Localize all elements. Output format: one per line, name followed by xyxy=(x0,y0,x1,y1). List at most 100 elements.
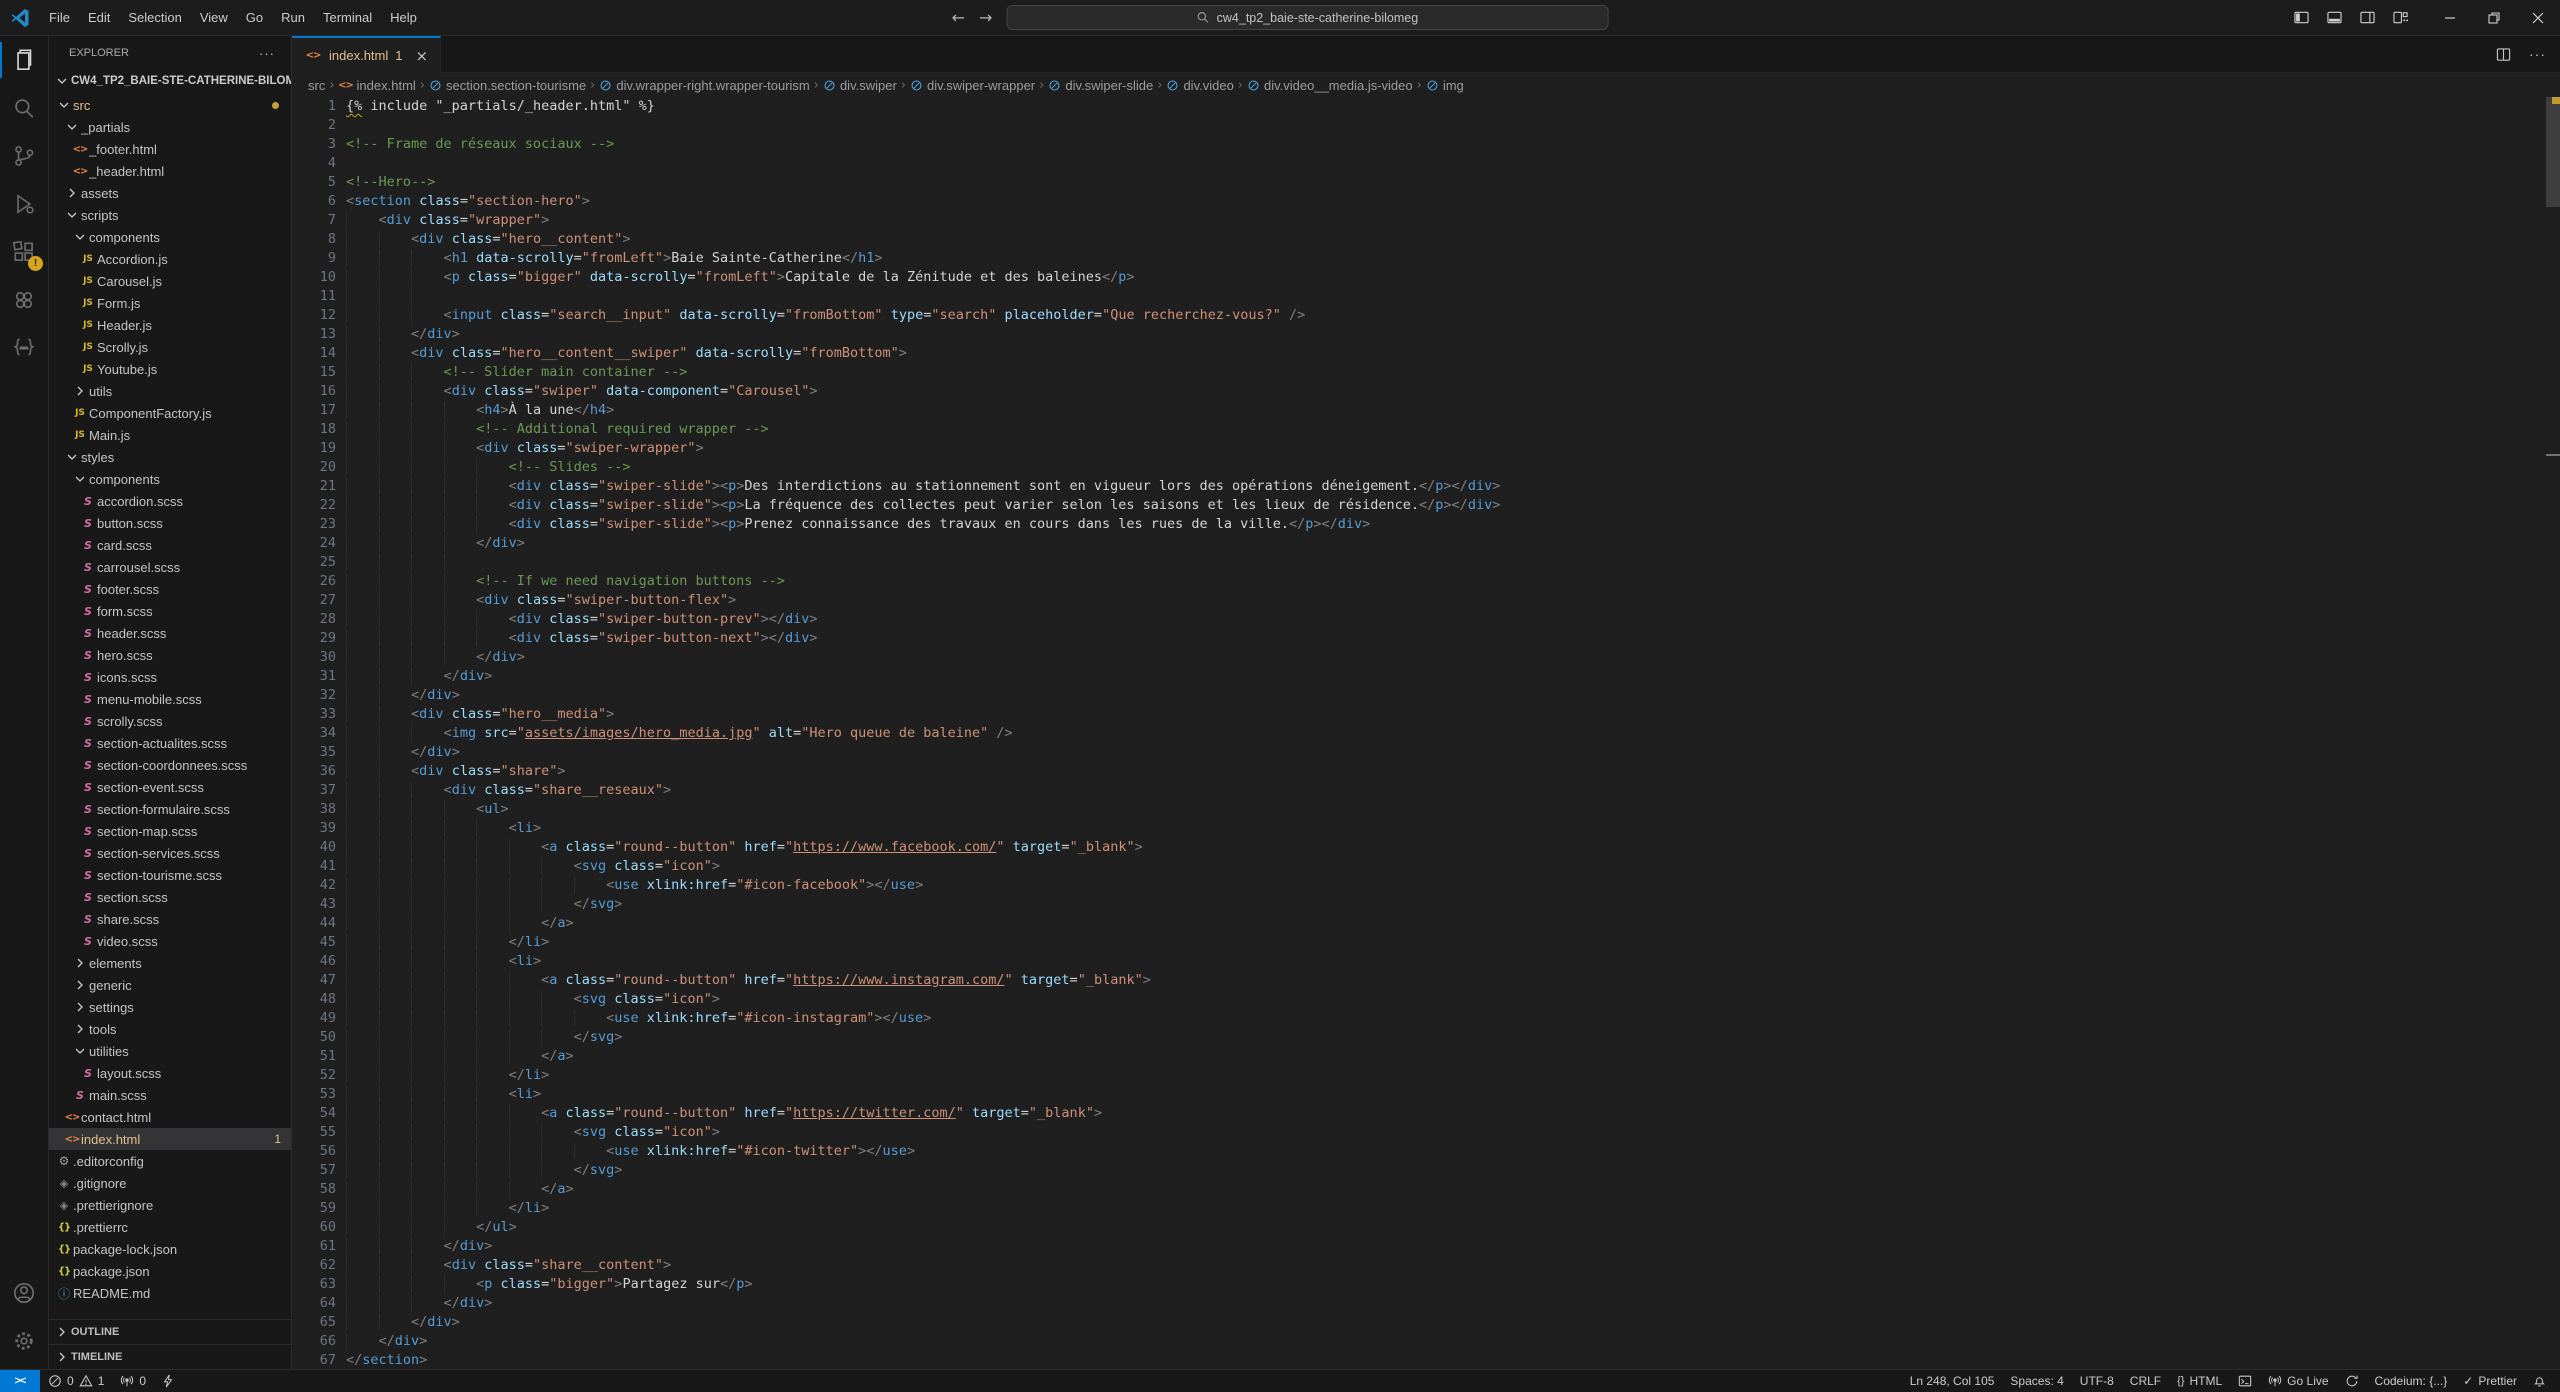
activity-run-debug-icon[interactable] xyxy=(0,180,48,228)
nav-forward-icon[interactable]: → xyxy=(979,8,992,27)
remote-button[interactable]: >< xyxy=(0,1370,40,1392)
activity-account-icon[interactable] xyxy=(0,1269,48,1317)
minimize-button[interactable] xyxy=(2428,0,2472,35)
menu-go[interactable]: Go xyxy=(237,0,272,35)
tree-item-utils[interactable]: utils xyxy=(49,380,291,402)
tree-item-assets[interactable]: assets xyxy=(49,182,291,204)
close-button[interactable] xyxy=(2516,0,2560,35)
workspace-root[interactable]: CW4_TP2_BAIE-STE-CATHERINE-BILOMEG xyxy=(49,70,291,92)
bolt-icon[interactable] xyxy=(154,1370,182,1392)
toggle-sidebar-icon[interactable] xyxy=(2294,10,2309,25)
panel-outline[interactable]: OUTLINE xyxy=(49,1319,291,1344)
editor-actions-more-icon[interactable]: ··· xyxy=(2529,46,2546,62)
breadcrumb-item[interactable]: section.section-tourisme xyxy=(429,78,586,93)
menu-selection[interactable]: Selection xyxy=(119,0,190,35)
breadcrumb-item[interactable]: img xyxy=(1426,78,1464,93)
tree-item-card.scss[interactable]: Scard.scss xyxy=(49,534,291,556)
tree-item-main.scss[interactable]: Smain.scss xyxy=(49,1084,291,1106)
activity-settings-icon[interactable] xyxy=(0,1317,48,1365)
status-encoding[interactable]: UTF-8 xyxy=(2072,1370,2122,1392)
breadcrumb-item[interactable]: div.swiper-wrapper xyxy=(910,78,1035,93)
tree-item-section.scss[interactable]: Ssection.scss xyxy=(49,886,291,908)
breadcrumb-item[interactable]: src xyxy=(308,78,325,93)
customize-layout-icon[interactable] xyxy=(2393,10,2408,25)
status-line-col[interactable]: Ln 248, Col 105 xyxy=(1902,1370,2003,1392)
breadcrumb-item[interactable]: div.swiper-slide xyxy=(1048,78,1153,93)
breadcrumb-item[interactable]: <>index.html xyxy=(339,78,416,93)
tree-item-video.scss[interactable]: Svideo.scss xyxy=(49,930,291,952)
tree-item-section-event.scss[interactable]: Ssection-event.scss xyxy=(49,776,291,798)
tree-item-_header.html[interactable]: <>_header.html xyxy=(49,160,291,182)
tree-item-carousel.js[interactable]: JSCarousel.js xyxy=(49,270,291,292)
tree-item-index.html[interactable]: <>index.html1 xyxy=(49,1128,291,1150)
ports-status[interactable]: 0 xyxy=(112,1370,154,1392)
code-editor[interactable]: 1234567891011121314151617181920212223242… xyxy=(292,97,2560,1369)
command-center-search[interactable]: cw4_tp2_baie-ste-catherine-bilomeg xyxy=(1006,5,1608,30)
toggle-secondary-sidebar-icon[interactable] xyxy=(2360,10,2375,25)
scrollbar-thumb[interactable] xyxy=(2546,97,2560,207)
tab-index-html[interactable]: <> index.html 1 × xyxy=(292,36,441,73)
tree-item-scrolly.scss[interactable]: Sscrolly.scss xyxy=(49,710,291,732)
activity-search-icon[interactable] xyxy=(0,84,48,132)
tree-item-form.scss[interactable]: Sform.scss xyxy=(49,600,291,622)
tree-item-readme.md[interactable]: ⓘREADME.md xyxy=(49,1282,291,1304)
tree-item-header.scss[interactable]: Sheader.scss xyxy=(49,622,291,644)
breadcrumb-item[interactable]: div.video xyxy=(1166,78,1233,93)
status-sync[interactable] xyxy=(2337,1370,2367,1392)
tree-item-package.json[interactable]: {}package.json xyxy=(49,1260,291,1282)
tree-item-.prettierrc[interactable]: {}.prettierrc xyxy=(49,1216,291,1238)
menu-file[interactable]: File xyxy=(40,0,79,35)
tree-item-_footer.html[interactable]: <>_footer.html xyxy=(49,138,291,160)
tree-item-section-formulaire.scss[interactable]: Ssection-formulaire.scss xyxy=(49,798,291,820)
tree-item-section-actualites.scss[interactable]: Ssection-actualites.scss xyxy=(49,732,291,754)
status-terminal[interactable] xyxy=(2230,1370,2260,1392)
nav-back-icon[interactable]: ← xyxy=(952,8,965,27)
status-language[interactable]: {}HTML xyxy=(2169,1370,2230,1392)
toggle-panel-icon[interactable] xyxy=(2327,10,2342,25)
menu-view[interactable]: View xyxy=(191,0,237,35)
tree-item-icons.scss[interactable]: Sicons.scss xyxy=(49,666,291,688)
tree-item-components[interactable]: components xyxy=(49,226,291,248)
tree-item-componentfactory.js[interactable]: JSComponentFactory.js xyxy=(49,402,291,424)
status-codeium[interactable]: Codeium: {...} xyxy=(2367,1370,2456,1392)
tree-item-button.scss[interactable]: Sbutton.scss xyxy=(49,512,291,534)
tree-item-src[interactable]: src xyxy=(49,94,291,116)
restore-button[interactable] xyxy=(2472,0,2516,35)
activity-source-control-icon[interactable] xyxy=(0,132,48,180)
tree-item-header.js[interactable]: JSHeader.js xyxy=(49,314,291,336)
status-go-live[interactable]: Go Live xyxy=(2260,1370,2336,1392)
tree-item-package-lock.json[interactable]: {}package-lock.json xyxy=(49,1238,291,1260)
tree-item-styles[interactable]: styles xyxy=(49,446,291,468)
status-spaces[interactable]: Spaces: 4 xyxy=(2002,1370,2071,1392)
activity-explorer-icon[interactable] xyxy=(0,36,48,84)
tree-item-scrolly.js[interactable]: JSScrolly.js xyxy=(49,336,291,358)
tree-item-accordion.scss[interactable]: Saccordion.scss xyxy=(49,490,291,512)
tree-item-components[interactable]: components xyxy=(49,468,291,490)
explorer-more-icon[interactable]: ··· xyxy=(259,46,275,61)
tree-item-section-map.scss[interactable]: Ssection-map.scss xyxy=(49,820,291,842)
tree-item-share.scss[interactable]: Sshare.scss xyxy=(49,908,291,930)
tree-item-generic[interactable]: generic xyxy=(49,974,291,996)
activity-clover-extension-icon[interactable] xyxy=(0,276,48,324)
tree-item-form.js[interactable]: JSForm.js xyxy=(49,292,291,314)
activity-extensions-icon[interactable]: ! xyxy=(0,228,48,276)
status-bell[interactable] xyxy=(2525,1370,2554,1392)
tree-item-layout.scss[interactable]: Slayout.scss xyxy=(49,1062,291,1084)
tree-item-section-services.scss[interactable]: Ssection-services.scss xyxy=(49,842,291,864)
tree-item-elements[interactable]: elements xyxy=(49,952,291,974)
breadcrumb-item[interactable]: div.swiper xyxy=(823,78,897,93)
menu-terminal[interactable]: Terminal xyxy=(314,0,381,35)
panel-timeline[interactable]: TIMELINE xyxy=(49,1344,291,1369)
tree-item-contact.html[interactable]: <>contact.html xyxy=(49,1106,291,1128)
menu-help[interactable]: Help xyxy=(381,0,426,35)
tree-item-hero.scss[interactable]: Shero.scss xyxy=(49,644,291,666)
tree-item-menu-mobile.scss[interactable]: Smenu-mobile.scss xyxy=(49,688,291,710)
split-editor-icon[interactable] xyxy=(2496,47,2511,62)
tree-item-footer.scss[interactable]: Sfooter.scss xyxy=(49,578,291,600)
tree-item-tools[interactable]: tools xyxy=(49,1018,291,1040)
breadcrumb-item[interactable]: div.wrapper-right.wrapper-tourism xyxy=(599,78,809,93)
tree-item-main.js[interactable]: JSMain.js xyxy=(49,424,291,446)
tree-item-.gitignore[interactable]: ◈.gitignore xyxy=(49,1172,291,1194)
tab-close-icon[interactable]: × xyxy=(415,47,428,65)
tree-item-utilities[interactable]: utilities xyxy=(49,1040,291,1062)
